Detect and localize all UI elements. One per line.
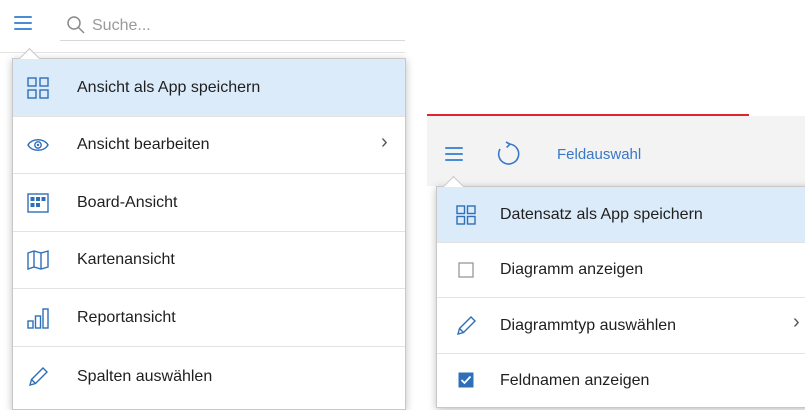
search-bar[interactable]: Suche... [60, 10, 405, 41]
chevron-right-icon: › [793, 311, 800, 333]
menu-item-board-view[interactable]: Board-Ansicht [13, 174, 405, 232]
app-grid-icon [453, 202, 479, 228]
search-icon [67, 16, 85, 34]
chevron-right-icon: › [381, 131, 388, 153]
map-icon [25, 247, 51, 273]
menu-item-label: Reportansicht [77, 308, 176, 326]
menu-item-report-view[interactable]: Reportansicht [13, 289, 405, 347]
checkbox-checked-icon[interactable] [453, 367, 479, 393]
menu-item-label: Feldnamen anzeigen [500, 371, 650, 389]
menu-item-show-field-names[interactable]: Feldnamen anzeigen [437, 354, 805, 407]
pencil-icon [453, 313, 479, 339]
eye-icon [25, 132, 51, 158]
divider [0, 52, 405, 53]
hamburger-menu-icon[interactable] [445, 147, 463, 161]
menu-item-select-diagram-type[interactable]: Diagrammtyp auswählen › [437, 298, 805, 354]
pencil-icon [25, 364, 51, 390]
menu-item-save-record-as-app[interactable]: Datensatz als App speichern [437, 187, 805, 243]
menu-item-label: Diagramm anzeigen [500, 261, 644, 278]
menu-item-label: Board-Ansicht [77, 193, 178, 211]
search-input[interactable]: Suche... [92, 17, 151, 35]
menu-item-show-diagram[interactable]: Diagramm anzeigen [437, 243, 805, 298]
record-options-menu: Datensatz als App speichern Diagramm anz… [436, 175, 805, 408]
menu-item-label: Datensatz als App speichern [500, 205, 703, 223]
board-icon [25, 190, 51, 216]
menu-item-label: Diagrammtyp auswählen [500, 316, 677, 334]
menu-item-label: Ansicht als App speichern [77, 78, 261, 96]
view-options-menu: Ansicht als App speichern Ansicht bearbe… [12, 47, 406, 410]
hamburger-menu-icon[interactable] [14, 16, 32, 30]
bar-chart-icon [25, 305, 51, 331]
menu-item-edit-view[interactable]: Ansicht bearbeiten › [13, 117, 405, 174]
refresh-icon[interactable] [496, 141, 522, 167]
field-selection-link[interactable]: Feldauswahl [557, 146, 641, 163]
menu-item-save-view-as-app[interactable]: Ansicht als App speichern [13, 59, 405, 117]
menu-item-select-columns[interactable]: Spalten auswählen [13, 347, 405, 407]
checkbox-unchecked-icon[interactable] [453, 257, 479, 283]
menu-item-label: Kartenansicht [77, 251, 175, 268]
menu-item-label: Ansicht bearbeiten [77, 136, 210, 153]
app-grid-icon [25, 75, 51, 101]
menu-item-label: Spalten auswählen [77, 368, 213, 385]
menu-item-map-view[interactable]: Kartenansicht [13, 232, 405, 289]
